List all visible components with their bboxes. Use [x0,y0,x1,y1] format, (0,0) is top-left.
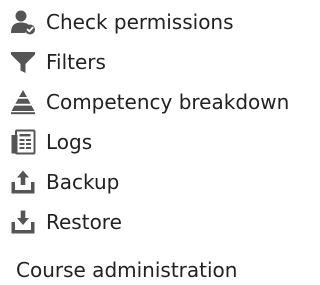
section-heading-course-administration[interactable]: Course administration [16,258,237,282]
menu-item-filters[interactable]: Filters [0,42,304,82]
menu-item-label: Check permissions [46,10,234,34]
upload-tray-icon [10,169,36,195]
menu-item-label: Restore [46,210,122,234]
log-icon [10,129,36,155]
menu-item-backup[interactable]: Backup [0,162,304,202]
pyramid-icon [10,89,36,115]
menu-item-logs[interactable]: Logs [0,122,304,162]
menu-item-competency-breakdown[interactable]: Competency breakdown [0,82,304,122]
menu-item-check-permissions[interactable]: Check permissions [0,2,304,42]
download-tray-icon [10,209,36,235]
admin-menu: Check permissions Filters Competency bre… [0,2,304,242]
menu-item-label: Filters [46,50,106,74]
user-check-icon [10,9,36,35]
menu-item-label: Backup [46,170,120,194]
funnel-icon [10,49,36,75]
menu-item-restore[interactable]: Restore [0,202,304,242]
menu-item-label: Competency breakdown [46,90,290,114]
menu-item-label: Logs [46,130,93,154]
